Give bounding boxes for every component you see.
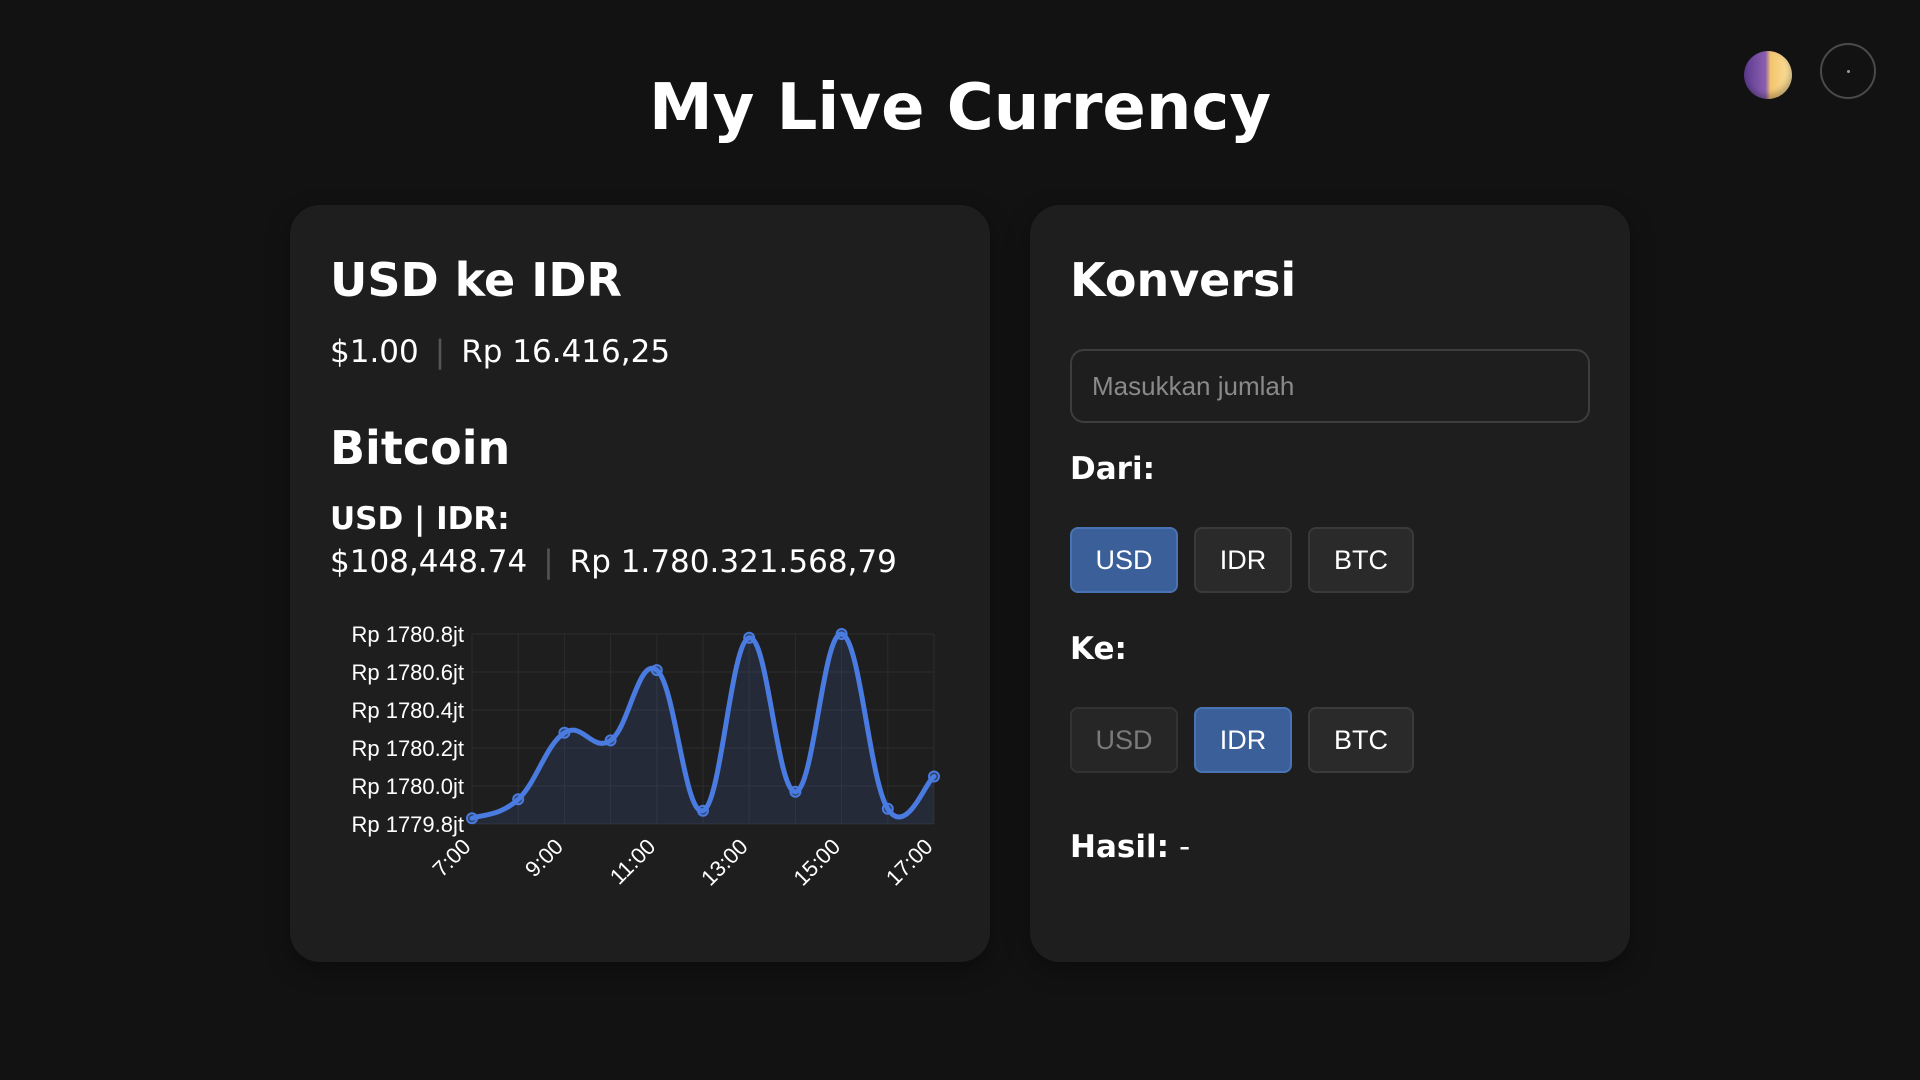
bitcoin-subtitle: USD | IDR: (330, 501, 510, 537)
to-currency-group: USD IDR BTC (1070, 707, 1430, 773)
data-point (789, 785, 802, 798)
rate-separator: | (543, 544, 554, 580)
data-point (743, 631, 756, 644)
data-point (928, 770, 940, 783)
page-title: My Live Currency (648, 71, 1272, 145)
converter-title: Konversi (1070, 253, 1297, 307)
x-tick-label: 11:00 (605, 834, 660, 889)
btc-usd-value: $108,448.74 (330, 544, 528, 580)
x-tick-label: 7:00 (428, 834, 476, 882)
bitcoin-chart: Rp 1779.8jt Rp 1780.0jt Rp 1780.2jt Rp 1780… (326, 620, 946, 940)
result-value: - (1178, 829, 1191, 865)
rate-card: USD ke IDR $1.00 | Rp 16.416,25 Bitcoin US… (290, 205, 990, 962)
dot-menu-icon (1846, 69, 1850, 73)
data-point (466, 812, 478, 825)
from-idr-button[interactable]: IDR (1194, 527, 1292, 593)
bitcoin-rate: $108,448.74 | Rp 1.780.321.568,79 (330, 542, 897, 582)
data-point (558, 726, 571, 739)
data-point (697, 804, 709, 817)
to-idr-button[interactable]: IDR (1194, 707, 1292, 773)
idr-value: Rp 16.416,25 (461, 334, 671, 370)
y-tick-label: Rp 1780.2jt (351, 736, 464, 761)
y-tick-label: Rp 1779.8jt (351, 812, 464, 837)
usd-value: $1.00 (330, 334, 419, 370)
usd-idr-title: USD ke IDR (330, 253, 622, 307)
rate-separator: | (434, 334, 446, 370)
amount-input[interactable] (1070, 349, 1590, 423)
data-point (604, 734, 617, 747)
data-point (650, 664, 663, 677)
btc-idr-value: Rp 1.780.321.568,79 (569, 544, 897, 580)
x-tick-label: 15:00 (789, 834, 846, 891)
bitcoin-title: Bitcoin (330, 421, 511, 475)
app-root: My Live Currency USD ke IDR $1.00 | Rp 16.… (0, 0, 1920, 1080)
from-btc-button[interactable]: BTC (1308, 527, 1414, 593)
menu-button[interactable] (1820, 43, 1876, 99)
from-usd-button[interactable]: USD (1070, 527, 1178, 593)
to-btc-button[interactable]: BTC (1308, 707, 1414, 773)
to-usd-button[interactable]: USD (1070, 707, 1178, 773)
x-tick-label: 9:00 (520, 834, 568, 882)
result-label: Hasil: (1070, 829, 1169, 865)
data-point (881, 802, 894, 815)
y-tick-label: Rp 1780.0jt (351, 774, 464, 799)
converter-card: Konversi Dari: USD IDR BTC Ke: USD IDR B… (1030, 205, 1630, 962)
data-point (512, 793, 525, 806)
bitcoin-line-chart: Rp 1779.8jt Rp 1780.0jt Rp 1780.2jt Rp 1780… (351, 622, 940, 891)
y-tick-label: Rp 1780.4jt (351, 698, 464, 723)
half-moon-theme-icon[interactable] (1744, 51, 1792, 99)
x-tick-label: 17:00 (881, 834, 938, 891)
from-label: Dari: (1070, 451, 1155, 487)
data-point (835, 628, 848, 640)
y-tick-label: Rp 1780.8jt (351, 622, 464, 647)
x-tick-label: 13:00 (696, 834, 753, 891)
to-label: Ke: (1070, 631, 1127, 667)
y-tick-label: Rp 1780.6jt (351, 660, 464, 685)
usd-idr-rate: $1.00 | Rp 16.416,25 (330, 332, 670, 372)
result: Hasil: - (1070, 827, 1190, 867)
from-currency-group: USD IDR BTC (1070, 527, 1430, 593)
